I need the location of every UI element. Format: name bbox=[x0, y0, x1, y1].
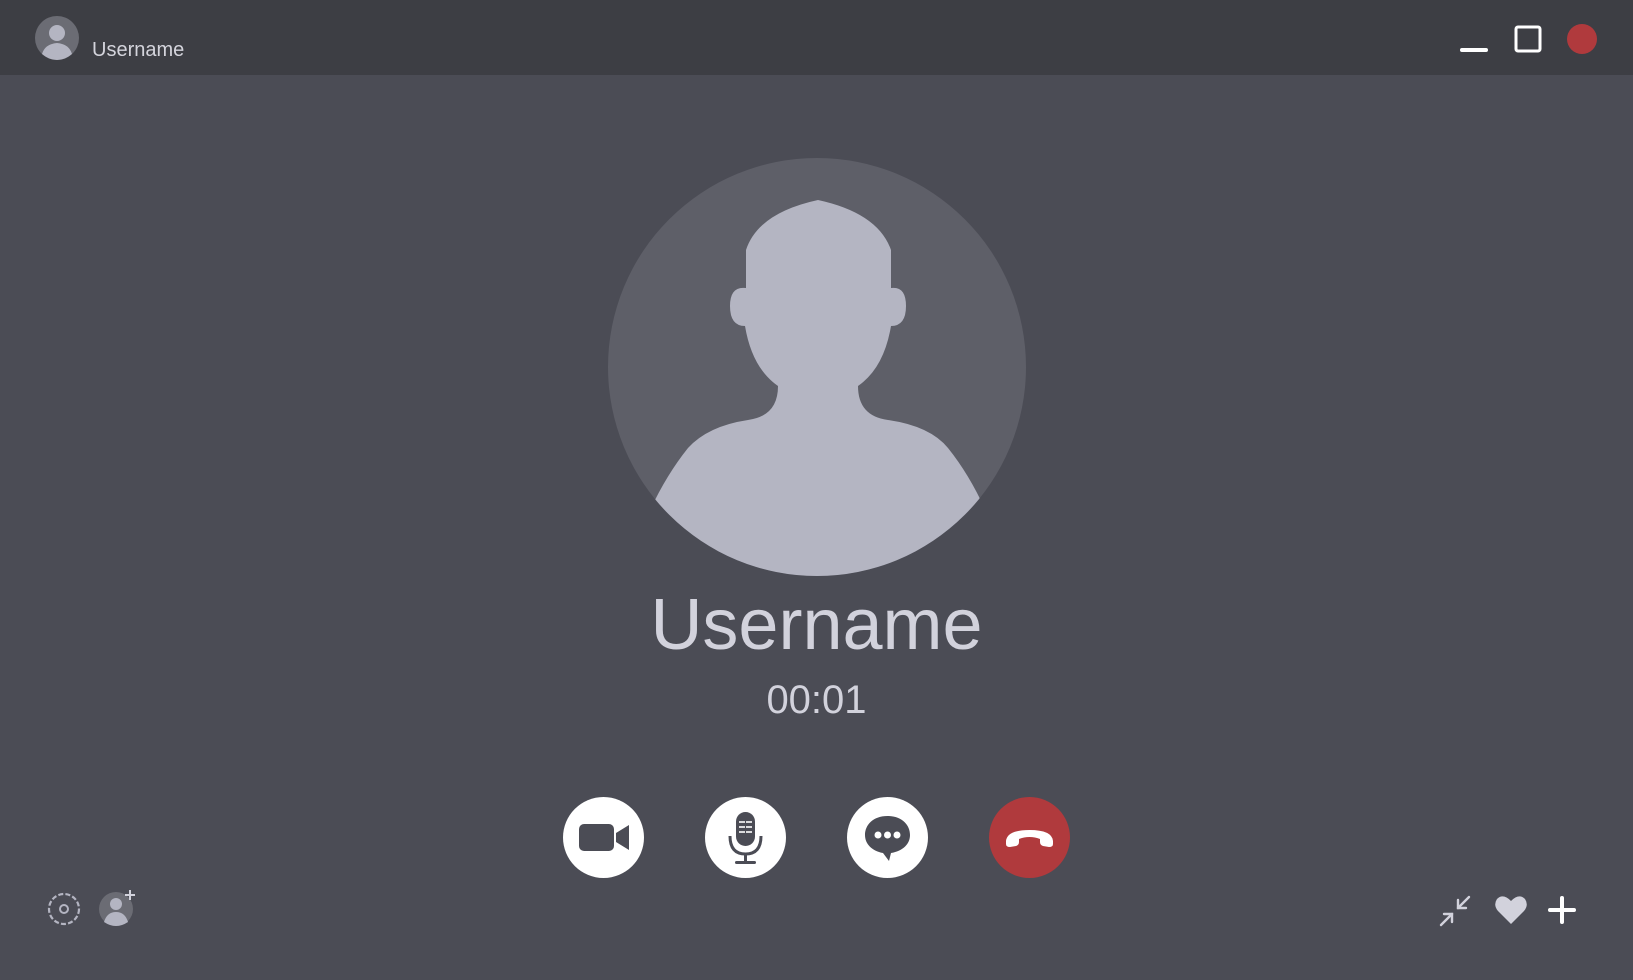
minimize-window-icon bbox=[1439, 895, 1471, 927]
caller-avatar bbox=[608, 158, 1026, 576]
call-timer: 00:01 bbox=[766, 678, 867, 722]
chat-bubble-icon bbox=[865, 816, 910, 861]
minimize-icon[interactable] bbox=[1459, 28, 1489, 58]
add-user-icon bbox=[99, 890, 135, 926]
microphone-icon bbox=[728, 812, 763, 864]
settings-button[interactable] bbox=[46, 891, 82, 927]
add-user-button[interactable] bbox=[98, 889, 138, 929]
settings-icon bbox=[47, 892, 81, 926]
title-bar: Username bbox=[0, 0, 1633, 75]
minimize-window-button[interactable] bbox=[1438, 894, 1472, 928]
maximize-icon[interactable] bbox=[1513, 24, 1543, 54]
video-camera-icon bbox=[579, 824, 629, 851]
heart-icon bbox=[1495, 896, 1527, 924]
chat-button[interactable] bbox=[847, 797, 928, 878]
hang-up-phone-icon bbox=[1006, 830, 1053, 847]
close-icon[interactable] bbox=[1566, 23, 1598, 55]
plus-icon bbox=[1548, 896, 1576, 924]
caller-name: Username bbox=[650, 585, 983, 665]
add-button[interactable] bbox=[1545, 893, 1579, 927]
mute-button[interactable] bbox=[705, 797, 786, 878]
user-avatar-icon[interactable] bbox=[35, 16, 79, 60]
favorite-button[interactable] bbox=[1494, 894, 1528, 926]
video-button[interactable] bbox=[563, 797, 644, 878]
window-title: Username bbox=[92, 39, 185, 61]
hang-up-button[interactable] bbox=[989, 797, 1070, 878]
